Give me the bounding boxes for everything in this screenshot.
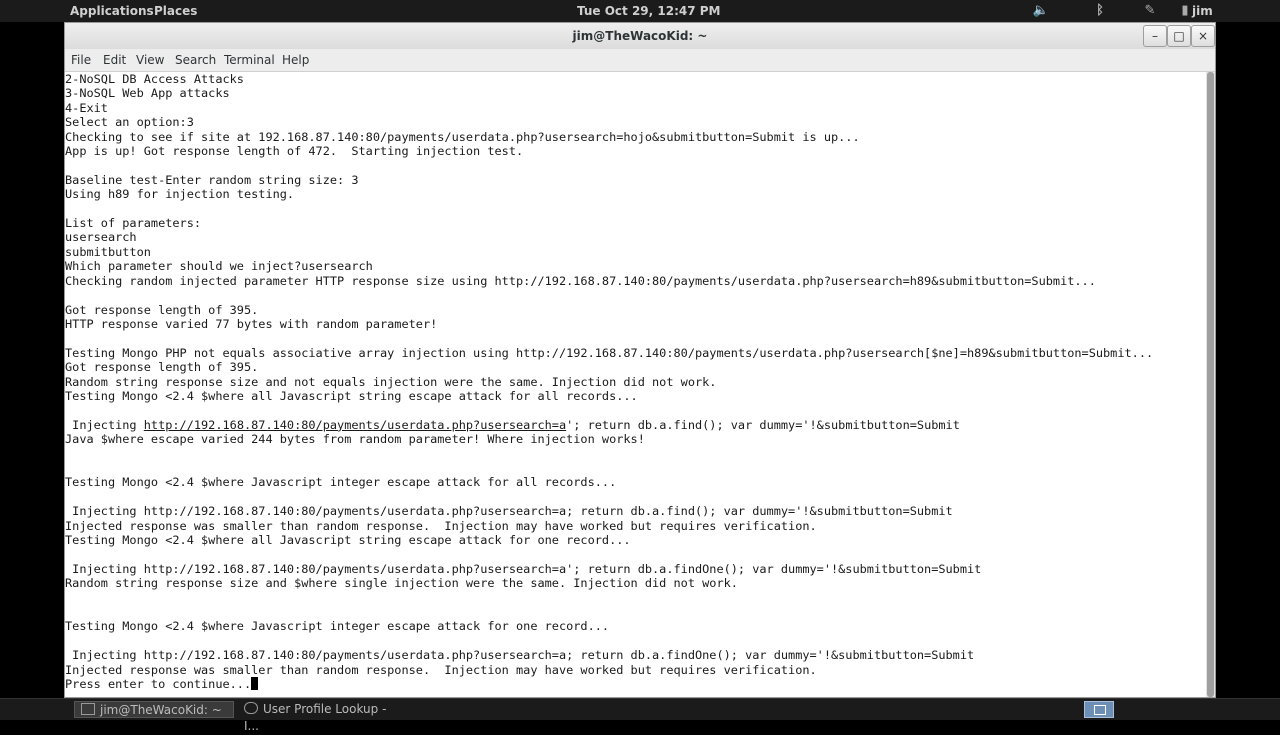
close-button[interactable]: × xyxy=(1191,25,1215,47)
bluetooth-icon[interactable]: ᛒ xyxy=(1091,2,1109,20)
menu-help[interactable]: Help xyxy=(282,53,309,67)
clock[interactable]: Tue Oct 29, 12:47 PM xyxy=(577,4,721,18)
taskbar-item-browser[interactable]: User Profile Lookup - I... xyxy=(240,701,404,733)
terminal-line: HTTP response varied 77 bytes with rando… xyxy=(65,316,438,331)
applications-menu[interactable]: Applications xyxy=(70,4,154,18)
terminal-url-link[interactable]: http://192.168.87.140:80/payments/userda… xyxy=(144,418,566,432)
terminal-line: Got response length of 395. xyxy=(65,360,259,375)
terminal-line: Injecting http://192.168.87.140:80/payme… xyxy=(65,561,982,576)
terminal-line: 4-Exit xyxy=(65,100,108,115)
terminal-cursor xyxy=(251,677,259,691)
menu-view[interactable]: View xyxy=(136,53,164,67)
terminal-line: usersearch xyxy=(65,230,137,245)
window-titlebar[interactable]: jim@TheWacoKid: ~ – □ × xyxy=(65,23,1215,49)
terminal-line: Java $where escape varied 244 bytes from… xyxy=(65,432,645,447)
terminal-line: App is up! Got response length of 472. S… xyxy=(65,144,524,159)
menu-search[interactable]: Search xyxy=(175,53,216,67)
taskbar: jim@TheWacoKid: ~ User Profile Lookup - … xyxy=(0,698,1280,733)
terminal-window: jim@TheWacoKid: ~ – □ × File Edit View S… xyxy=(64,22,1216,698)
terminal-line: Testing Mongo <2.4 $where Javascript int… xyxy=(65,619,610,634)
taskbar-item-label: User Profile Lookup - I... xyxy=(244,702,387,733)
menu-terminal[interactable]: Terminal xyxy=(224,53,275,67)
terminal-line: 3-NoSQL Web App attacks xyxy=(65,86,230,101)
top-panel: Applications Places Tue Oct 29, 12:47 PM… xyxy=(0,0,1280,22)
terminal-line: Injecting http://192.168.87.140:80/payme… xyxy=(65,648,975,663)
minimize-button[interactable]: – xyxy=(1143,25,1167,47)
terminal-output[interactable]: 2-NoSQL DB Access Attacks 3-NoSQL Web Ap… xyxy=(65,72,1206,697)
terminal-line: Checking to see if site at 192.168.87.14… xyxy=(65,129,860,144)
network-icon[interactable]: ✎ xyxy=(1141,2,1159,20)
terminal-line: Press enter to continue... xyxy=(65,677,252,692)
workspace-icon xyxy=(1094,705,1106,715)
terminal-line: Injected response was smaller than rando… xyxy=(65,518,817,533)
terminal-line: Injecting http://192.168.87.140:80/payme… xyxy=(65,504,953,519)
places-menu[interactable]: Places xyxy=(154,4,197,18)
terminal-line: Testing Mongo PHP not equals associative… xyxy=(65,345,1154,360)
terminal-line: Random string response size and $where s… xyxy=(65,576,738,591)
browser-icon xyxy=(244,702,258,714)
workspace-switcher[interactable] xyxy=(1084,701,1114,718)
scrollbar[interactable] xyxy=(1206,72,1215,697)
taskbar-item-terminal[interactable]: jim@TheWacoKid: ~ xyxy=(74,701,234,718)
terminal-text[interactable]: 2-NoSQL DB Access Attacks 3-NoSQL Web Ap… xyxy=(65,72,1153,691)
scrollbar-thumb[interactable] xyxy=(1207,72,1214,697)
terminal-line: Injected response was smaller than rando… xyxy=(65,662,817,677)
terminal-line: Got response length of 395. xyxy=(65,302,259,317)
maximize-button[interactable]: □ xyxy=(1167,25,1191,47)
terminal-line: List of parameters: xyxy=(65,216,202,231)
terminal-line: 2-NoSQL DB Access Attacks xyxy=(65,72,244,86)
terminal-line: Using h89 for injection testing. xyxy=(65,187,295,202)
terminal-line: Testing Mongo <2.4 $where Javascript int… xyxy=(65,475,617,490)
terminal-line: Select an option:3 xyxy=(65,115,194,130)
terminal-line: Testing Mongo <2.4 $where all Javascript… xyxy=(65,388,638,403)
terminal-line: Injecting xyxy=(65,417,144,432)
terminal-icon xyxy=(81,703,95,715)
terminal-line: Checking random injected parameter HTTP … xyxy=(65,273,1096,288)
terminal-line-rest: '; return db.a.find(); var dummy='!&subm… xyxy=(566,417,960,432)
terminal-line: Testing Mongo <2.4 $where all Javascript… xyxy=(65,533,631,547)
terminal-line: submitbutton xyxy=(65,244,151,259)
menu-edit[interactable]: Edit xyxy=(103,53,126,67)
terminal-line: Random string response size and not equa… xyxy=(65,374,717,389)
window-title: jim@TheWacoKid: ~ xyxy=(572,29,708,43)
terminal-line: Which parameter should we inject?usersea… xyxy=(65,259,373,274)
user-menu[interactable]: jim xyxy=(1192,4,1213,18)
menubar: File Edit View Search Terminal Help xyxy=(65,49,1215,72)
taskbar-item-label: jim@TheWacoKid: ~ xyxy=(100,703,222,717)
menu-file[interactable]: File xyxy=(71,53,91,67)
volume-icon[interactable]: 🔈 xyxy=(1032,2,1050,20)
terminal-line: Baseline test-Enter random string size: … xyxy=(65,172,359,187)
